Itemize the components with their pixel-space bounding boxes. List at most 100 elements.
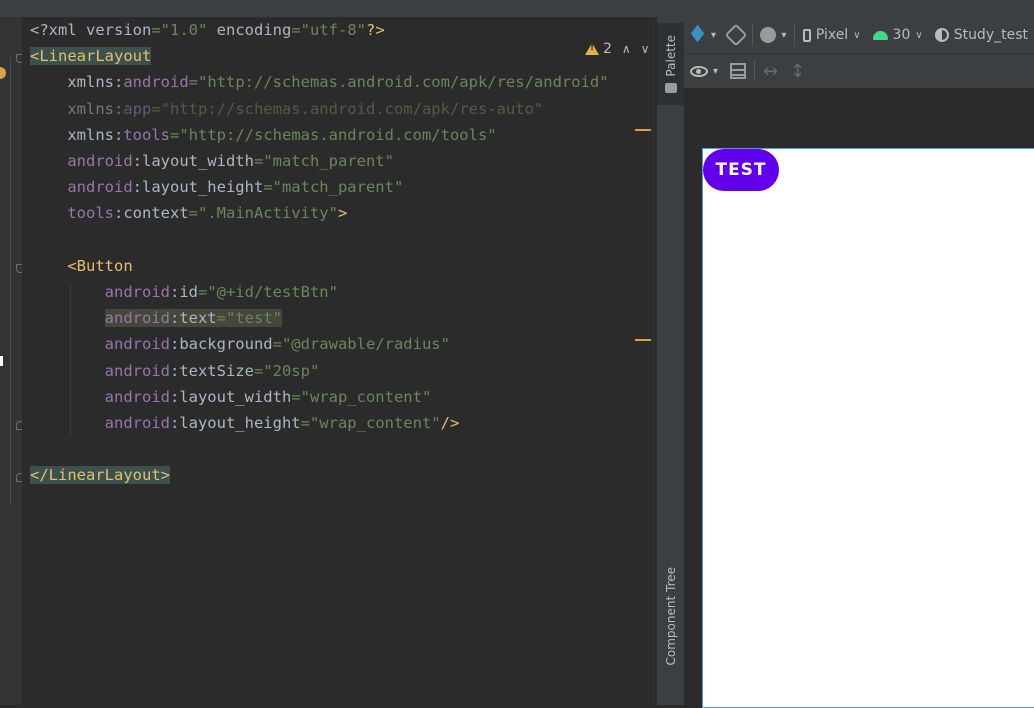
code-line[interactable]: xmlns:app="http://schemas.android.com/ap… <box>30 96 543 122</box>
design-toolbar: ▾ ▾ Pixel ∨ 30 ∨ Study_test <box>684 17 1034 54</box>
top-strip <box>0 0 1034 17</box>
intention-bulb-icon[interactable] <box>0 67 6 79</box>
layers-icon <box>690 27 706 43</box>
code-line[interactable]: tools:context=".MainActivity"> <box>30 200 347 226</box>
design-surface-button[interactable]: ▾ <box>684 17 722 53</box>
vertical-arrows-icon: ↕ <box>790 61 805 82</box>
code-token: ="http://schemas.android.com/apk/res/and… <box>189 73 609 91</box>
code-token: ="wrap_content" <box>301 414 441 432</box>
code-line[interactable]: android:layout_height="match_parent" <box>30 174 403 200</box>
code-token: <LinearLayout <box>30 47 151 65</box>
chevron-down-icon: ▾ <box>711 30 716 41</box>
code-token: android <box>30 388 170 406</box>
eye-icon <box>690 66 708 77</box>
code-token: </LinearLayout> <box>30 466 170 484</box>
code-line[interactable]: </LinearLayout> <box>30 462 170 488</box>
chevron-down-icon[interactable]: ∨ <box>641 42 650 56</box>
code-token: android <box>30 283 170 301</box>
code-line[interactable]: android:layout_width="wrap_content" <box>30 384 431 410</box>
inspection-widget[interactable]: 2 ∧ ∨ <box>579 35 653 63</box>
warning-icon[interactable] <box>585 43 599 55</box>
code-line[interactable]: android:textSize="20sp" <box>30 358 319 384</box>
night-mode-button[interactable]: ▾ <box>754 17 792 53</box>
code-token: tools <box>123 126 170 144</box>
code-token: :context <box>114 204 189 222</box>
code-token: <Button <box>30 257 133 275</box>
code-line[interactable]: android:id="@+id/testBtn" <box>30 279 338 305</box>
device-label: Pixel <box>816 27 848 43</box>
code-token: ="http://schemas.android.com/tools" <box>170 126 497 144</box>
code-token: <?xml <box>30 21 86 39</box>
code-line[interactable]: <LinearLayout <box>30 43 151 69</box>
code-token: ="@drawable/radius" <box>273 335 450 353</box>
chevron-down-icon: ∨ <box>853 30 860 41</box>
code-token: :layout_height <box>170 414 301 432</box>
code-line[interactable]: android:text="test" <box>30 305 282 331</box>
code-token: =".MainActivity" <box>189 204 338 222</box>
design-canvas[interactable]: TEST <box>684 88 1034 705</box>
device-screen-preview[interactable]: TEST <box>702 148 1034 708</box>
rotate-icon <box>725 24 748 47</box>
scrollbar-warning-mark[interactable] <box>635 339 651 341</box>
code-token: :layout_height <box>133 178 264 196</box>
code-token <box>30 309 105 327</box>
side-tool-strip: Palette Component Tree <box>657 17 684 705</box>
code-token: ="@+id/testBtn" <box>198 283 338 301</box>
gutter-fold-line <box>10 57 11 505</box>
tab-component-tree[interactable]: Component Tree <box>657 607 684 705</box>
code-line[interactable]: android:background="@drawable/radius" <box>30 331 450 357</box>
blueprint-icon <box>730 63 746 79</box>
code-token: android <box>30 152 133 170</box>
horizontal-resize-button[interactable]: ↔ <box>757 54 784 88</box>
code-token: tools <box>30 204 114 222</box>
code-token: encoding <box>207 21 291 39</box>
api-level-label: 30 <box>893 27 911 43</box>
vertical-resize-button[interactable]: ↕ <box>784 54 811 88</box>
chevron-down-icon: ▾ <box>781 30 786 41</box>
toolbar-separator <box>754 60 755 82</box>
view-options-button[interactable]: ▾ <box>684 54 724 88</box>
code-line[interactable]: <Button <box>30 253 133 279</box>
scrollbar-warning-mark[interactable] <box>635 129 651 131</box>
code-token: ="match_parent" <box>263 178 403 196</box>
code-line[interactable]: android:layout_height="wrap_content"/> <box>30 410 459 436</box>
code-token: ="utf-8" <box>291 21 366 39</box>
editor-gutter[interactable] <box>0 17 22 705</box>
code-line[interactable]: <?xml version="1.0" encoding="utf-8"?> <box>30 17 385 43</box>
code-token: ="http://schemas.android.com/apk/res-aut… <box>151 100 543 118</box>
horizontal-arrows-icon: ↔ <box>763 61 778 82</box>
code-token: android <box>30 362 170 380</box>
code-token: app <box>123 100 151 118</box>
code-token: android <box>105 309 170 327</box>
code-token: xmlns: <box>30 126 123 144</box>
chevron-down-icon: ∨ <box>915 30 922 41</box>
device-selector[interactable]: Pixel ∨ <box>797 17 867 53</box>
code-line[interactable]: xmlns:tools="http://schemas.android.com/… <box>30 122 497 148</box>
chevron-up-icon[interactable]: ∧ <box>622 42 631 56</box>
test-button-preview[interactable]: TEST <box>703 149 779 191</box>
code-editor[interactable]: <?xml version="1.0" encoding="utf-8"?> <L… <box>22 17 653 705</box>
code-line[interactable]: android:layout_width="match_parent" <box>30 148 394 174</box>
code-token: ="wrap_content" <box>291 388 431 406</box>
code-token: :layout_width <box>170 388 291 406</box>
api-level-selector[interactable]: 30 ∨ <box>867 17 929 53</box>
code-token: :layout_width <box>133 152 254 170</box>
orientation-button[interactable] <box>722 17 750 53</box>
code-token: /> <box>441 414 460 432</box>
design-pane: ▾ ▾ Pixel ∨ 30 ∨ Study_test ▾ <box>684 17 1034 705</box>
caret-marker <box>0 356 3 366</box>
code-token: ="1.0" <box>151 21 207 39</box>
blueprint-toggle[interactable] <box>724 54 752 88</box>
theme-selector[interactable]: Study_test <box>929 17 1034 53</box>
code-token: android <box>30 178 133 196</box>
code-token: ="test" <box>217 309 282 327</box>
code-token: :text <box>170 309 217 327</box>
night-mode-icon <box>760 27 776 43</box>
tab-palette[interactable]: Palette <box>657 23 684 105</box>
code-token: :background <box>170 335 273 353</box>
code-token: ="match_parent" <box>254 152 394 170</box>
palette-icon <box>665 83 677 93</box>
warning-count[interactable]: 2 <box>603 41 612 57</box>
code-token: version <box>86 21 151 39</box>
code-line[interactable]: xmlns:android="http://schemas.android.co… <box>30 69 609 95</box>
